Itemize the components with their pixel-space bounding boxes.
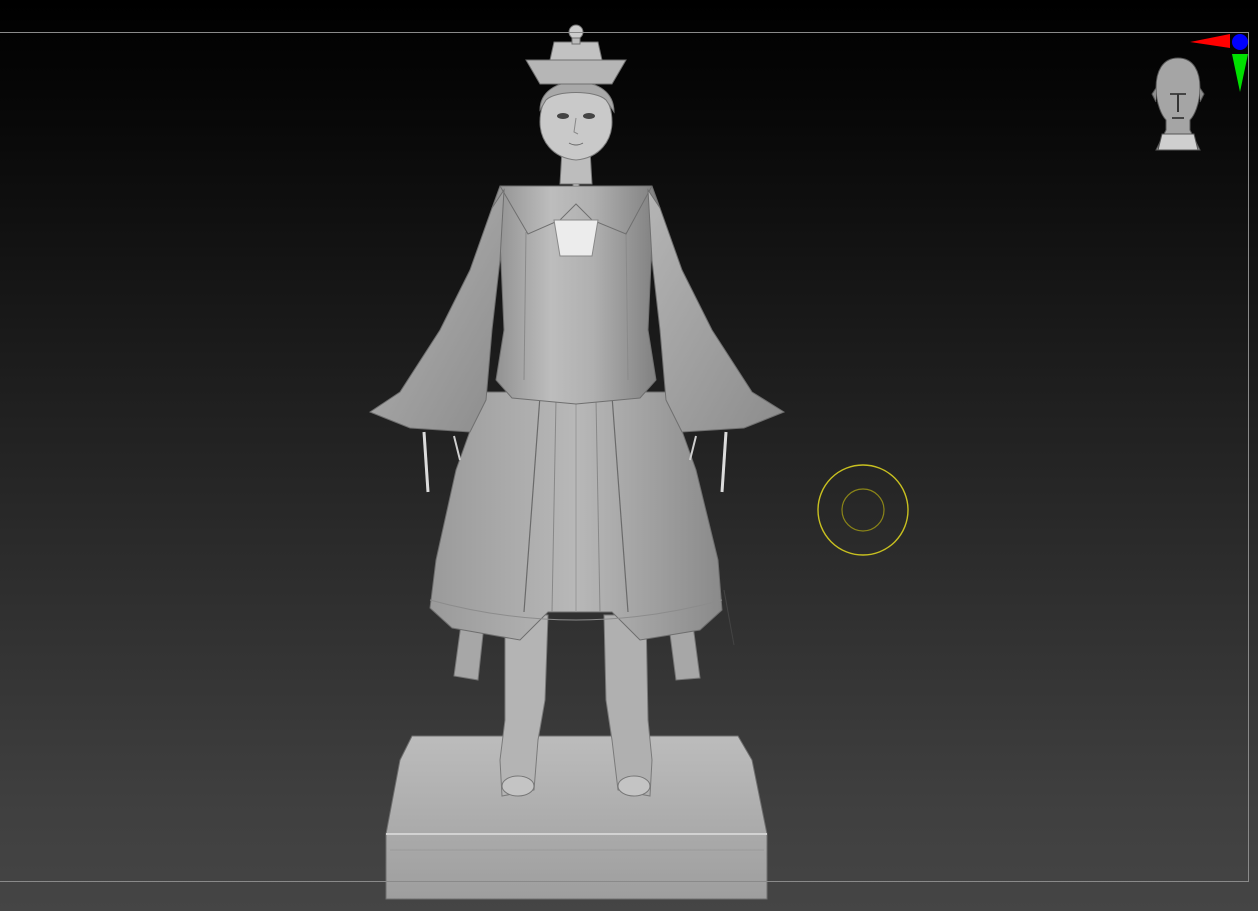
torso	[491, 161, 661, 405]
sculpted-figure-model[interactable]	[0, 0, 1258, 911]
axis-gizmo-icon[interactable]	[1186, 28, 1250, 96]
brush-cursor	[817, 464, 909, 556]
document-canvas[interactable]	[0, 0, 1258, 911]
pedestal	[385, 735, 768, 900]
hat	[525, 24, 627, 85]
head	[539, 81, 615, 161]
